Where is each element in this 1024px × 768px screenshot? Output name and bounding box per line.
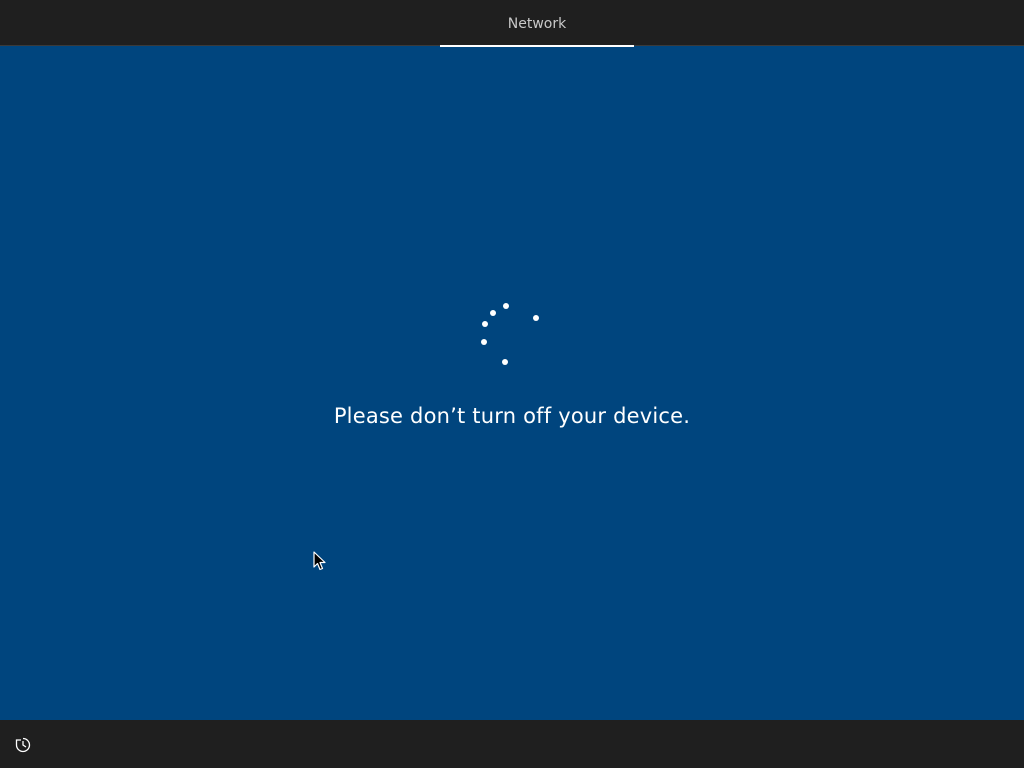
main-area: Please don’t turn off your device. xyxy=(0,47,1024,720)
bottom-bar xyxy=(0,720,1024,768)
ease-of-access-button[interactable] xyxy=(12,734,34,756)
ease-of-access-icon xyxy=(15,737,31,753)
mouse-cursor-icon xyxy=(313,551,326,571)
spinner-dot xyxy=(481,339,487,345)
top-bar: Network xyxy=(0,0,1024,47)
loading-spinner xyxy=(0,47,1024,720)
tab-network: Network xyxy=(440,0,634,47)
spinner-dot xyxy=(502,359,508,365)
spinner-dot xyxy=(503,303,509,309)
spinner-dot xyxy=(482,321,488,327)
spinner-dot xyxy=(490,310,496,316)
status-message: Please don’t turn off your device. xyxy=(333,404,691,428)
spinner-dot xyxy=(533,315,539,321)
tab-network-label: Network xyxy=(507,16,567,32)
